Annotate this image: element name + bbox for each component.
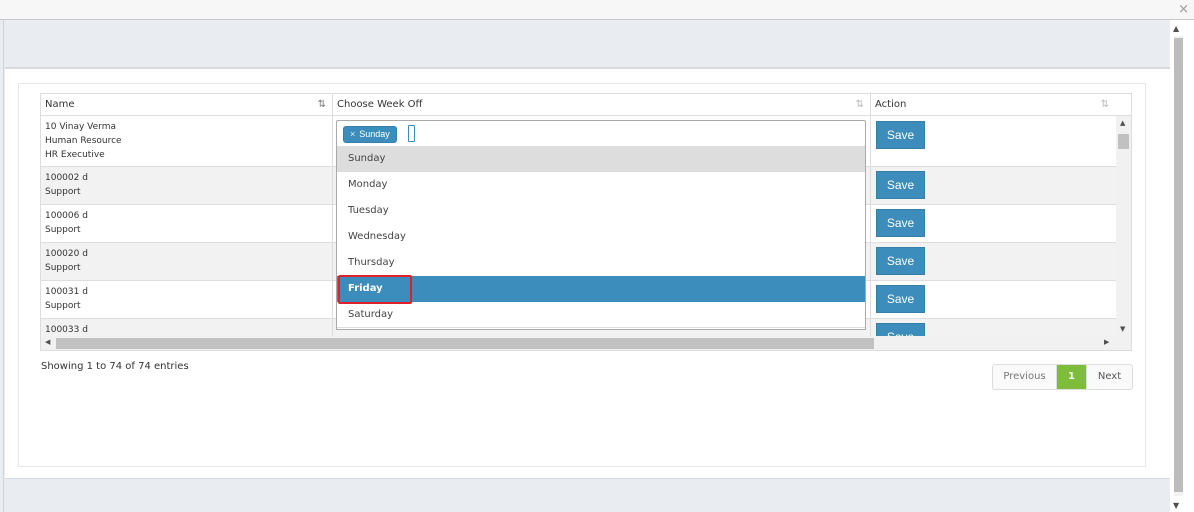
name-cell: 100031 d Support xyxy=(41,281,333,318)
option-tuesday[interactable]: Tuesday xyxy=(337,198,865,224)
employee-name: 100031 d xyxy=(45,287,88,297)
column-header-action[interactable]: Action ⇅ xyxy=(871,94,1131,116)
column-header-label: Name xyxy=(45,99,75,110)
employee-department: Support xyxy=(45,263,81,273)
save-button[interactable]: Save xyxy=(876,285,925,313)
employee-name: 100002 d xyxy=(45,173,88,183)
selected-tag: × Sunday xyxy=(343,126,397,143)
table-horizontal-scrollbar[interactable]: ◀ ▶ xyxy=(41,336,1131,350)
table-info: Showing 1 to 74 of 74 entries xyxy=(41,361,189,372)
action-cell: Save xyxy=(871,243,1116,280)
week-off-dropdown: Sunday Monday Tuesday Wednesday Thursday… xyxy=(336,146,866,330)
table-hscroll-thumb[interactable] xyxy=(56,338,874,349)
name-cell: 10 Vinay Verma Human Resource HR Executi… xyxy=(41,116,333,166)
employee-name: 100020 d xyxy=(45,249,88,259)
page-scrollbar-thumb[interactable] xyxy=(1174,38,1183,492)
highlight-annotation xyxy=(338,275,412,304)
employee-department: Support xyxy=(45,187,81,197)
table-vertical-scrollbar[interactable]: ▲ ▼ xyxy=(1116,116,1131,336)
column-header-name[interactable]: Name ⇅ xyxy=(41,94,333,116)
action-cell: Save xyxy=(871,167,1116,204)
column-header-week-off[interactable]: Choose Week Off ⇅ xyxy=(333,94,871,116)
name-cell: 100006 d Support xyxy=(41,205,333,242)
select-search-input[interactable] xyxy=(408,125,415,142)
table-scrollbar-thumb[interactable] xyxy=(1118,134,1129,149)
page-1-button[interactable]: 1 xyxy=(1057,365,1086,389)
scroll-right-icon[interactable]: ▶ xyxy=(1104,338,1109,346)
save-button[interactable]: Save xyxy=(876,247,925,275)
employee-name: 100033 d xyxy=(45,325,88,335)
employee-department: Support xyxy=(45,301,81,311)
option-friday[interactable]: Friday xyxy=(337,276,865,302)
option-monday[interactable]: Monday xyxy=(337,172,865,198)
name-cell: 100033 d xyxy=(41,319,333,336)
employee-department: Human Resource xyxy=(45,136,122,146)
action-cell: Save xyxy=(871,205,1116,242)
scroll-left-icon[interactable]: ◀ xyxy=(45,338,50,346)
save-button[interactable]: Save xyxy=(876,323,925,336)
employee-designation: HR Executive xyxy=(45,150,105,160)
name-cell: 100002 d Support xyxy=(41,167,333,204)
column-header-label: Choose Week Off xyxy=(337,99,423,110)
employee-name: 100006 d xyxy=(45,211,88,221)
next-page-button[interactable]: Next xyxy=(1086,365,1132,389)
column-header-label: Action xyxy=(875,99,907,110)
save-button[interactable]: Save xyxy=(876,171,925,199)
option-thursday[interactable]: Thursday xyxy=(337,250,865,276)
sort-icon[interactable]: ⇅ xyxy=(856,94,864,116)
option-sunday[interactable]: Sunday xyxy=(337,146,865,172)
table-header: Name ⇅ Choose Week Off ⇅ Action ⇅ xyxy=(41,94,1131,116)
action-cell: Save xyxy=(871,116,1116,166)
scroll-up-icon[interactable]: ▲ xyxy=(1120,119,1125,127)
scroll-down-icon[interactable]: ▼ xyxy=(1173,501,1179,510)
week-off-select[interactable]: × Sunday xyxy=(336,120,866,147)
action-cell: Save xyxy=(871,319,1116,336)
name-cell: 100020 d Support xyxy=(41,243,333,280)
selected-tag-label: Sunday xyxy=(359,129,390,139)
sort-icon[interactable]: ⇅ xyxy=(1101,94,1109,116)
window-titlebar: × xyxy=(0,0,1194,20)
remove-tag-icon[interactable]: × xyxy=(350,129,355,139)
save-button[interactable]: Save xyxy=(876,121,925,149)
sort-asc-icon[interactable]: ⇅ xyxy=(318,94,326,116)
close-icon[interactable]: × xyxy=(1178,2,1189,17)
scroll-down-icon[interactable]: ▼ xyxy=(1120,325,1125,333)
previous-page-button[interactable]: Previous xyxy=(993,365,1057,389)
employee-name: 10 Vinay Verma xyxy=(45,122,116,132)
option-saturday[interactable]: Saturday xyxy=(337,302,865,328)
scroll-up-icon[interactable]: ▲ xyxy=(1173,24,1179,33)
pagination: Previous 1 Next xyxy=(992,364,1133,390)
employee-department: Support xyxy=(45,225,81,235)
option-wednesday[interactable]: Wednesday xyxy=(337,224,865,250)
action-cell: Save xyxy=(871,281,1116,318)
save-button[interactable]: Save xyxy=(876,209,925,237)
page-scrollbar[interactable]: ▲ ▼ xyxy=(1170,20,1194,512)
